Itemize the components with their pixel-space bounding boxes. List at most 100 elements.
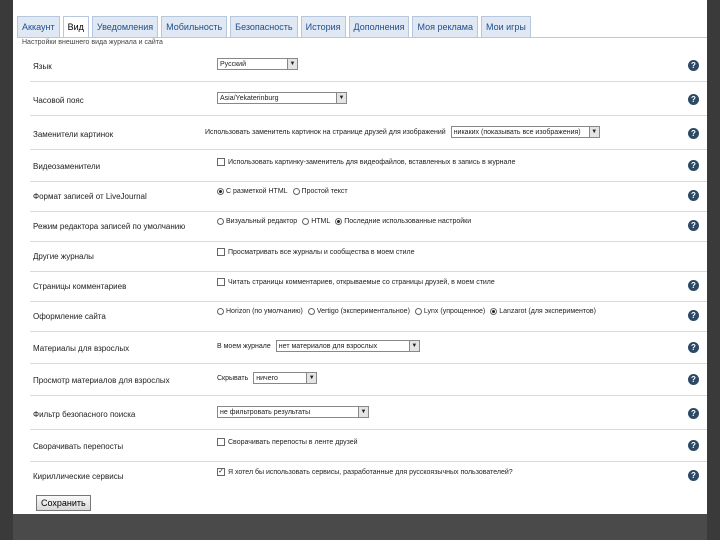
- post-format-label: Формат записей от LiveJournal: [33, 192, 147, 201]
- row-post-format: Формат записей от LiveJournal С разметко…: [17, 182, 707, 212]
- row-safe-search: Фильтр безопасного поиска не фильтровать…: [17, 400, 707, 430]
- adult-view-label: Просмотр материалов для взрослых: [33, 376, 170, 385]
- row-language: Язык Русский ▼ ?: [17, 52, 707, 82]
- chevron-down-icon: ▼: [306, 373, 317, 383]
- language-label: Язык: [33, 62, 52, 71]
- editor-html-radio[interactable]: [302, 218, 310, 225]
- row-divider: [30, 363, 707, 364]
- post-format-plain-label: Простой текст: [301, 188, 348, 195]
- tab-bar: Аккаунт Вид Уведомления Мобильность Безо…: [17, 16, 534, 38]
- safe-search-select[interactable]: не фильтровать результаты ▼: [217, 406, 369, 418]
- tab-view[interactable]: Вид: [62, 16, 89, 37]
- help-icon[interactable]: ?: [688, 440, 699, 451]
- help-icon[interactable]: ?: [688, 310, 699, 321]
- site-theme-label: Оформление сайта: [33, 312, 106, 321]
- editor-last-label: Последние использованные настройки: [344, 218, 472, 225]
- chevron-down-icon: ▼: [408, 341, 419, 351]
- comment-pages-label: Страницы комментариев: [33, 282, 127, 291]
- help-icon[interactable]: ?: [688, 128, 699, 139]
- tab-history[interactable]: История: [300, 16, 346, 37]
- row-adult-view: Просмотр материалов для взрослых Скрыват…: [17, 366, 707, 396]
- collapse-reposts-label: Сворачивать перепосты: [33, 442, 124, 451]
- row-divider: [30, 429, 707, 430]
- chevron-down-icon: ▼: [336, 93, 346, 103]
- theme-vertigo-label: Vertigo (экспериментальное): [316, 308, 410, 315]
- help-icon[interactable]: ?: [688, 220, 699, 231]
- breadcrumb: Настройки внешнего вида журнала и сайта: [22, 39, 163, 46]
- editor-visual-radio[interactable]: [217, 218, 224, 225]
- help-icon[interactable]: ?: [688, 280, 699, 291]
- other-journals-label: Другие журналы: [33, 252, 94, 261]
- post-format-plain-radio[interactable]: [292, 188, 300, 195]
- chevron-down-icon: ▼: [358, 407, 368, 417]
- theme-lynx-label: Lynx (упрощенное): [423, 308, 486, 315]
- editor-last-radio[interactable]: [335, 218, 343, 225]
- comment-pages-text: Читать страницы комментариев, открываемы…: [228, 278, 495, 286]
- row-adult-content: Материалы для взрослых В моем журнале не…: [17, 334, 707, 364]
- collapse-reposts-text: Сворачивать перепосты в ленте друзей: [228, 438, 358, 446]
- tab-security[interactable]: Безопасность: [230, 16, 298, 37]
- row-divider: [30, 149, 707, 150]
- help-icon[interactable]: ?: [688, 374, 699, 385]
- help-icon[interactable]: ?: [688, 94, 699, 105]
- video-placeholders-label: Видеозаменители: [33, 162, 101, 171]
- collapse-reposts-checkbox[interactable]: [217, 438, 225, 446]
- row-divider: [30, 115, 707, 116]
- help-icon[interactable]: ?: [688, 60, 699, 71]
- editor-mode-label: Режим редактора записей по умолчанию: [33, 222, 186, 231]
- editor-html-label: HTML: [311, 218, 331, 225]
- theme-horizon-radio[interactable]: [217, 308, 224, 315]
- help-icon[interactable]: ?: [688, 190, 699, 201]
- timezone-select[interactable]: Asia/Yekaterinburg ▼: [217, 92, 347, 104]
- help-icon[interactable]: ?: [688, 408, 699, 419]
- language-select[interactable]: Русский ▼: [217, 58, 298, 70]
- tab-account[interactable]: Аккаунт: [17, 16, 60, 37]
- video-placeholders-text: Использовать картинку-заменитель для вид…: [228, 158, 516, 166]
- adult-view-prefix: Скрывать: [217, 374, 249, 382]
- tab-mobile[interactable]: Мобильность: [161, 16, 228, 37]
- row-divider: [30, 331, 707, 332]
- timezone-label: Часовой пояс: [33, 96, 84, 105]
- row-video-placeholders: Видеозаменители Использовать картинку-за…: [17, 152, 707, 182]
- video-placeholders-checkbox[interactable]: [217, 158, 225, 166]
- row-other-journals: Другие журналы Просматривать все журналы…: [17, 242, 707, 272]
- theme-lynx-radio[interactable]: [414, 308, 422, 315]
- adult-content-prefix: В моем журнале: [217, 342, 271, 350]
- theme-lanzarot-radio[interactable]: [490, 308, 498, 315]
- post-format-html-label: С разметкой HTML: [226, 188, 288, 195]
- help-icon[interactable]: ?: [688, 470, 699, 481]
- other-journals-text: Просматривать все журналы и сообщества в…: [228, 248, 415, 256]
- cyrillic-services-label: Кириллические сервисы: [33, 472, 124, 481]
- row-cyrillic-services: Кириллические сервисы ✓ Я хотел бы испол…: [17, 462, 707, 492]
- editor-visual-label: Визуальный редактор: [226, 218, 298, 225]
- row-divider: [30, 395, 707, 396]
- row-site-theme: Оформление сайта Horizon (по умолчанию) …: [17, 302, 707, 332]
- theme-vertigo-radio[interactable]: [307, 308, 315, 315]
- other-journals-checkbox[interactable]: [217, 248, 225, 256]
- tab-notifications[interactable]: Уведомления: [91, 16, 159, 37]
- tab-my-ads[interactable]: Моя реклама: [412, 16, 478, 37]
- image-placeholders-select[interactable]: никаких (показывать все изображения) ▼: [450, 126, 600, 138]
- save-button[interactable]: Сохранить: [36, 495, 91, 511]
- image-placeholders-text: Использовать заменитель картинок на стра…: [205, 128, 446, 136]
- cyrillic-services-text: Я хотел бы использовать сервисы, разрабо…: [228, 468, 513, 476]
- help-icon[interactable]: ?: [688, 160, 699, 171]
- adult-view-select[interactable]: ничего ▼: [253, 372, 318, 384]
- comment-pages-checkbox[interactable]: [217, 278, 225, 286]
- row-divider: [30, 81, 707, 82]
- safe-search-label: Фильтр безопасного поиска: [33, 410, 136, 419]
- tab-underline: [17, 37, 707, 38]
- row-collapse-reposts: Сворачивать перепосты Сворачивать перепо…: [17, 432, 707, 462]
- row-comment-pages: Страницы комментариев Читать страницы ко…: [17, 272, 707, 302]
- theme-lanzarot-label: Lanzarot (для экспериментов): [499, 308, 596, 315]
- adult-content-select[interactable]: нет материалов для взрослых ▼: [275, 340, 420, 352]
- help-icon[interactable]: ?: [688, 342, 699, 353]
- row-image-placeholders: Заменители картинок Использовать заменит…: [17, 120, 707, 150]
- post-format-html-radio[interactable]: [217, 188, 224, 195]
- image-placeholders-label: Заменители картинок: [33, 130, 114, 139]
- row-timezone: Часовой пояс Asia/Yekaterinburg ▼ ?: [17, 86, 707, 116]
- tab-addons[interactable]: Дополнения: [348, 16, 410, 37]
- adult-content-label: Материалы для взрослых: [33, 344, 130, 353]
- cyrillic-services-checkbox[interactable]: ✓: [217, 468, 225, 476]
- tab-my-games[interactable]: Мои игры: [480, 16, 531, 37]
